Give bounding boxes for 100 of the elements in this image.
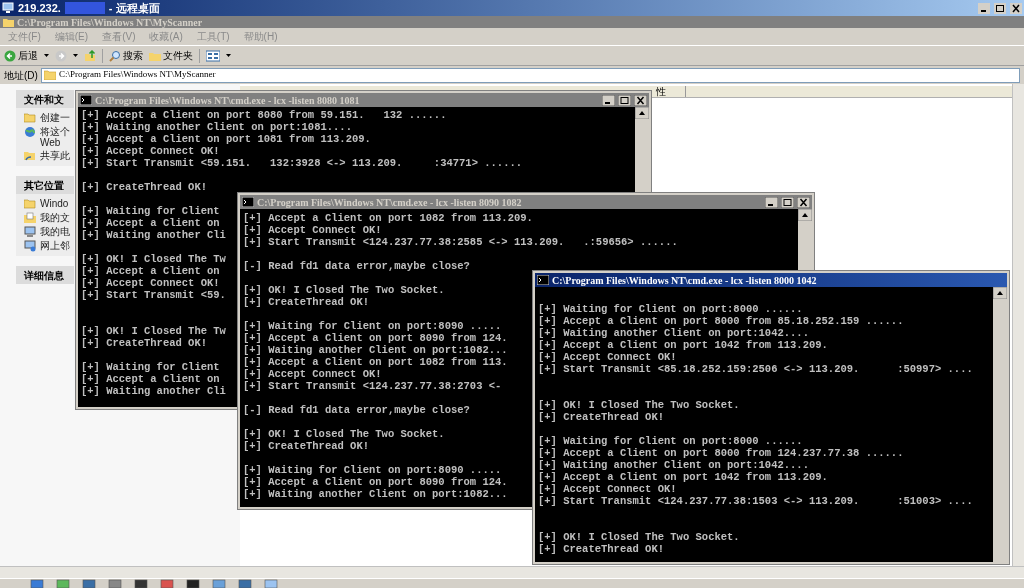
panel-header[interactable]: 文件和文 — [16, 90, 74, 108]
grid-icon — [206, 49, 220, 62]
console-line: [+] Waiting for Client on port:8000 ...... — [538, 303, 803, 315]
task-link[interactable]: 我的文 — [40, 212, 70, 223]
console-line: [+] Waiting for Client on port:8090 ..... — [243, 464, 502, 476]
console-line: [+] CreateThread OK! — [538, 411, 665, 423]
window-title: 219.232. — [18, 0, 61, 16]
folder-icon — [24, 150, 36, 162]
dropdown-caret-icon — [226, 54, 231, 57]
search-icon — [109, 49, 121, 62]
console-line: [+] Start Transmit <59. — [81, 289, 226, 301]
console-line: [+] Accept Connect OK! — [538, 351, 677, 363]
maximize-button[interactable] — [994, 2, 1006, 14]
search-button[interactable]: 搜索 — [109, 48, 143, 63]
dropdown-caret-icon — [44, 54, 49, 57]
console-line: [+] Accept a Client on port 1042 from 113.209. — [538, 471, 828, 483]
console-line: [+] Start Transmit <124.237.77.38:1503 <-> 113.209. :51003> .... — [538, 495, 973, 507]
console-line: [+] Accept Connect OK! — [538, 483, 677, 495]
console-line: [+] Start Transmit <124.237.77.38:2703 <- — [243, 380, 502, 392]
console-line: [+] Accept a Client on port 1082 from 113.209. — [243, 212, 533, 224]
scroll-up-arrow-icon[interactable] — [798, 209, 812, 221]
console-line: [+] Start Transmit <85.18.252.159:2506 <-> 113.209. :50997> .... — [538, 363, 973, 375]
address-field[interactable]: C:\Program Files\Windows NT\MyScanner — [40, 67, 1020, 83]
task-link[interactable]: 我的电 — [40, 226, 70, 237]
scroll-up-arrow-icon[interactable] — [635, 107, 649, 119]
window-title: - 远程桌面 — [108, 0, 160, 16]
task-link[interactable]: 共享此 — [40, 150, 70, 161]
console-line: [+] Waiting another Client on port:1082... — [243, 488, 508, 500]
console-line: [+] OK! I Closed The Two Socket. — [243, 284, 445, 296]
computer-icon — [24, 240, 36, 252]
console-line: [+] Accept a Client on port 8080 from 59.151. 132 ...... — [81, 109, 447, 121]
console-line: [+] Accept Connect OK! — [243, 224, 382, 236]
console-line: [+] Accept Connect OK! — [243, 368, 382, 380]
console-line: [+] Accept a Client on port 1081 from 113.209. — [81, 133, 371, 145]
task-link[interactable]: Web — [40, 137, 70, 148]
console-icon — [242, 197, 254, 207]
window-title: C:\Program Files\Windows NT\cmd.exe - lcx -listen 8090 1082 — [257, 195, 522, 210]
console-line: [+] Waiting another Client on port:1082... — [243, 344, 508, 356]
dropdown-caret-icon — [73, 54, 78, 57]
console-line: [+] OK! I Closed The Two Socket. — [538, 399, 740, 411]
folder-icon — [24, 112, 36, 124]
console-icon — [80, 95, 92, 105]
console-line: [+] Start Transmit <59.151. 132:3928 <-> 113.209. :34771> ...... — [81, 157, 523, 169]
column-header[interactable]: 性 — [656, 86, 686, 97]
globe-icon — [24, 126, 36, 138]
console-line: [+] Waiting for Client — [81, 205, 220, 217]
console-line: [+] OK! I Closed The Tw — [81, 325, 226, 337]
window-title: C:\Program Files\Windows NT\cmd.exe - lcx -listen 8000 1042 — [552, 273, 817, 288]
console-line: [+] Waiting another Cli — [81, 385, 226, 397]
folder-icon — [24, 198, 36, 210]
console-line: [+] Accept a Client on port 8090 from 124. — [243, 476, 508, 488]
minimize-button[interactable] — [602, 94, 615, 106]
minimize-button[interactable] — [978, 2, 990, 14]
console-line: [-] Read fd1 data error,maybe close? — [243, 260, 470, 272]
folders-button[interactable]: 文件夹 — [149, 48, 193, 63]
back-button[interactable]: 后退 — [4, 48, 38, 63]
console-line: [+] Waiting for Client — [81, 361, 220, 373]
console-line: [+] CreateThread OK! — [81, 181, 208, 193]
console-line: [+] CreateThread OK! — [243, 296, 370, 308]
views-button[interactable] — [206, 49, 220, 62]
console-line: [+] OK! I Closed The Two Socket. — [538, 531, 740, 543]
console-line: [+] Accept a Client on port 1042 from 113.209. — [538, 339, 828, 351]
task-link[interactable]: 将这个 — [40, 126, 70, 137]
close-button[interactable] — [1010, 2, 1022, 14]
folder-icon — [43, 70, 56, 80]
window-title: C:\Program Files\Windows NT\cmd.exe - lcx -listen 8080 1081 — [95, 93, 360, 108]
console-line: [+] Accept a Client on port 1082 from 113. — [243, 356, 508, 368]
close-button[interactable] — [797, 196, 810, 208]
task-link[interactable]: 网上邻 — [40, 240, 70, 251]
task-link[interactable]: Windo — [40, 198, 69, 209]
close-button[interactable] — [634, 94, 647, 106]
console-line: [+] Accept a Client on — [81, 265, 220, 277]
panel-header[interactable]: 其它位置 — [16, 176, 74, 194]
console-line: [+] CreateThread OK! — [81, 337, 208, 349]
console-line: [+] Waiting another Client on port:1042.... — [538, 459, 809, 471]
console-line: [+] Accept a Client on port 8000 from 124.237.77.38 ...... — [538, 447, 904, 459]
arrow-icon — [55, 49, 67, 62]
console-line: [+] OK! I Closed The Tw — [81, 253, 226, 265]
folder-icon — [24, 212, 36, 224]
console-line: [+] Waiting for Client on port:8090 ..... — [243, 320, 502, 332]
console-line: [+] Waiting another Client on port:1081.... — [81, 121, 352, 133]
console-line: [+] Accept a Client on port 8000 from 85.18.252.159 ...... — [538, 315, 904, 327]
address-label: 地址(D) — [4, 68, 38, 83]
maximize-button[interactable] — [618, 94, 631, 106]
minimize-button[interactable] — [765, 196, 778, 208]
window-title: C:\Program Files\Windows NT\MyScanner — [17, 15, 203, 30]
maximize-button[interactable] — [781, 196, 794, 208]
console-line: [+] Accept Connect OK! — [81, 145, 220, 157]
computer-icon — [24, 226, 36, 238]
console-line: [+] Accept Connect OK! — [81, 277, 220, 289]
console-line: [+] Waiting another Cli — [81, 229, 226, 241]
console-line: [+] Accept a Client on port 8090 from 124. — [243, 332, 508, 344]
scroll-up-arrow-icon[interactable] — [993, 287, 1007, 299]
redaction-mark — [64, 2, 105, 14]
console-icon — [537, 275, 549, 285]
console-line: [+] Accept a Client on — [81, 373, 220, 385]
panel-header[interactable]: 详细信息 — [16, 266, 74, 284]
task-link[interactable]: 创建一 — [40, 112, 70, 123]
console-line: [+] Waiting for Client on port:8000 ...... — [538, 435, 803, 447]
monitor-icon — [2, 2, 14, 14]
